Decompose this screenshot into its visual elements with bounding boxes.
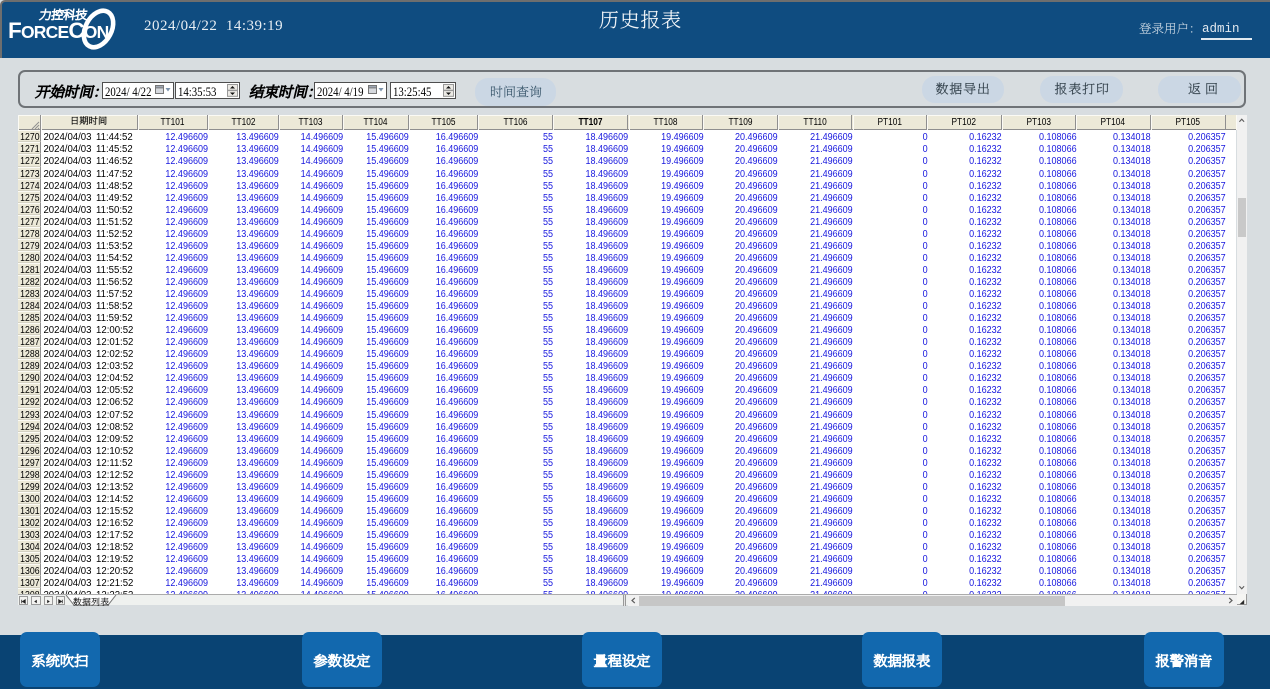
svg-text:FORCECON: FORCECON xyxy=(8,18,109,43)
